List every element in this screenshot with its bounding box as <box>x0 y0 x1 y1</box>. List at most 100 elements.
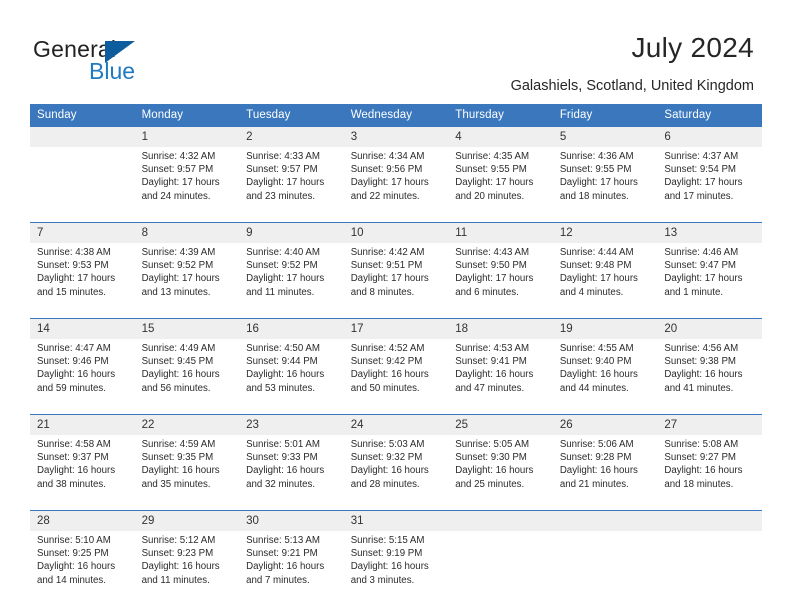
day-number[interactable]: 31 <box>343 511 449 531</box>
day-number[interactable]: 30 <box>239 511 344 531</box>
day-cell[interactable]: Sunrise: 5:01 AM Sunset: 9:33 PM Daylight:… <box>239 435 344 510</box>
day-number[interactable]: 11 <box>448 223 553 243</box>
day-number[interactable]: 2 <box>239 127 344 147</box>
day-number[interactable]: 17 <box>343 319 449 339</box>
day-number[interactable]: 12 <box>552 223 658 243</box>
day-cell[interactable]: Sunrise: 4:56 AM Sunset: 9:38 PM Daylight:… <box>657 339 762 414</box>
page-header: General Blue July 2024 Galashiels, Scotl… <box>0 0 792 100</box>
day-cell[interactable]: Sunrise: 4:39 AM Sunset: 9:52 PM Daylight:… <box>134 243 240 318</box>
day-detail-line: Daylight: 16 hours <box>350 465 429 477</box>
day-detail-line: Sunset: 9:28 PM <box>559 452 632 464</box>
day-cell[interactable]: Sunrise: 5:12 AM Sunset: 9:23 PM Daylight:… <box>134 531 240 606</box>
day-cell[interactable]: Sunrise: 4:46 AM Sunset: 9:47 PM Daylight:… <box>657 243 762 318</box>
day-detail-line: Sunrise: 4:49 AM <box>141 343 216 354</box>
day-cell[interactable]: Sunrise: 4:47 AM Sunset: 9:46 PM Daylight:… <box>30 339 135 414</box>
day-detail-line: Sunset: 9:27 PM <box>664 452 736 464</box>
day-number[interactable]: 8 <box>134 223 240 243</box>
day-number[interactable]: 22 <box>134 415 240 435</box>
day-number[interactable]: 26 <box>552 415 658 435</box>
day-detail-line: and 14 minutes. <box>37 574 106 586</box>
day-detail-line: Daylight: 16 hours <box>664 369 743 381</box>
day-cell[interactable]: Sunrise: 4:44 AM Sunset: 9:48 PM Daylight:… <box>552 243 658 318</box>
day-cell[interactable]: Sunrise: 5:05 AM Sunset: 9:30 PM Daylight:… <box>448 435 553 510</box>
day-detail-line: and 21 minutes. <box>559 478 629 490</box>
day-detail-line: and 44 minutes. <box>559 382 629 394</box>
day-number[interactable]: 20 <box>657 319 762 339</box>
day-cell[interactable]: Sunrise: 4:43 AM Sunset: 9:50 PM Daylight:… <box>448 243 553 318</box>
day-number[interactable]: 25 <box>448 415 553 435</box>
day-cell[interactable]: Sunrise: 5:15 AM Sunset: 9:19 PM Daylight:… <box>343 531 449 606</box>
day-cell[interactable]: Sunrise: 4:33 AM Sunset: 9:57 PM Daylight:… <box>239 147 344 222</box>
day-cell[interactable]: Sunrise: 4:50 AM Sunset: 9:44 PM Daylight:… <box>239 339 344 414</box>
day-number[interactable]: 16 <box>239 319 344 339</box>
day-number[interactable]: 15 <box>134 319 240 339</box>
day-number[interactable]: 28 <box>30 511 135 531</box>
day-cell[interactable]: Sunrise: 5:03 AM Sunset: 9:32 PM Daylight:… <box>343 435 449 510</box>
day-detail-line: Sunset: 9:55 PM <box>455 164 527 176</box>
day-number[interactable]: 18 <box>448 319 553 339</box>
day-number[interactable]: 10 <box>343 223 449 243</box>
day-detail-line: Sunrise: 5:10 AM <box>37 535 111 546</box>
day-detail-line: Daylight: 17 hours <box>350 273 429 285</box>
day-number[interactable]: 27 <box>657 415 762 435</box>
day-cell[interactable]: Sunrise: 4:55 AM Sunset: 9:40 PM Daylight:… <box>552 339 658 414</box>
empty-day-number <box>657 511 762 531</box>
day-cell[interactable]: Sunrise: 4:38 AM Sunset: 9:53 PM Daylight:… <box>30 243 135 318</box>
day-cell[interactable]: Sunrise: 5:08 AM Sunset: 9:27 PM Daylight:… <box>657 435 762 510</box>
day-detail-line: and 17 minutes. <box>664 190 734 202</box>
day-cell[interactable]: Sunrise: 5:13 AM Sunset: 9:21 PM Daylight:… <box>239 531 344 606</box>
day-detail-line: and 15 minutes. <box>37 286 106 298</box>
day-detail-line: and 23 minutes. <box>246 190 316 202</box>
day-detail-line: Daylight: 16 hours <box>350 369 429 381</box>
general-blue-logo[interactable]: General Blue <box>33 36 233 90</box>
day-number[interactable]: 29 <box>134 511 240 531</box>
day-number[interactable]: 23 <box>239 415 344 435</box>
day-detail-line: Sunset: 9:52 PM <box>246 260 318 272</box>
day-detail-line: Sunset: 9:55 PM <box>559 164 632 176</box>
day-number[interactable]: 1 <box>134 127 240 147</box>
day-detail-line: Sunrise: 4:53 AM <box>455 343 530 354</box>
day-cell[interactable]: Sunrise: 4:58 AM Sunset: 9:37 PM Daylight:… <box>30 435 135 510</box>
day-detail-line: Sunset: 9:44 PM <box>246 356 318 368</box>
day-detail-line: Sunset: 9:56 PM <box>350 164 423 176</box>
day-cell[interactable]: Sunrise: 4:35 AM Sunset: 9:55 PM Daylight:… <box>448 147 553 222</box>
day-cell[interactable]: Sunrise: 4:59 AM Sunset: 9:35 PM Daylight:… <box>134 435 240 510</box>
day-detail-line: and 11 minutes. <box>246 286 315 298</box>
day-number[interactable]: 14 <box>30 319 135 339</box>
day-detail-line: Sunrise: 4:36 AM <box>559 151 634 162</box>
day-detail-line: Daylight: 17 hours <box>141 177 220 189</box>
day-cell[interactable]: Sunrise: 4:37 AM Sunset: 9:54 PM Daylight:… <box>657 147 762 222</box>
day-cell[interactable]: Sunrise: 4:40 AM Sunset: 9:52 PM Daylight:… <box>239 243 344 318</box>
day-detail-line: Sunrise: 4:34 AM <box>350 151 425 162</box>
day-detail-line: Daylight: 16 hours <box>141 561 220 573</box>
day-detail-line: Sunset: 9:57 PM <box>246 164 318 176</box>
weekday-header-sunday: Sunday <box>30 104 135 127</box>
day-detail-line: Sunrise: 4:52 AM <box>350 343 425 354</box>
day-number[interactable]: 4 <box>448 127 553 147</box>
day-detail-line: Sunset: 9:57 PM <box>141 164 214 176</box>
day-detail-line: Sunset: 9:21 PM <box>246 548 318 560</box>
day-number[interactable]: 21 <box>30 415 135 435</box>
day-detail-line: and 28 minutes. <box>350 478 420 490</box>
day-cell[interactable]: Sunrise: 4:52 AM Sunset: 9:42 PM Daylight:… <box>343 339 449 414</box>
day-cell[interactable]: Sunrise: 5:06 AM Sunset: 9:28 PM Daylight:… <box>552 435 658 510</box>
day-number[interactable]: 5 <box>552 127 658 147</box>
day-number[interactable]: 24 <box>343 415 449 435</box>
day-cell[interactable]: Sunrise: 5:10 AM Sunset: 9:25 PM Daylight:… <box>30 531 135 606</box>
day-number[interactable]: 13 <box>657 223 762 243</box>
day-cell[interactable]: Sunrise: 4:36 AM Sunset: 9:55 PM Daylight:… <box>552 147 658 222</box>
day-detail-line: Daylight: 16 hours <box>37 369 116 381</box>
day-detail-line: and 24 minutes. <box>141 190 211 202</box>
day-cell[interactable]: Sunrise: 4:53 AM Sunset: 9:41 PM Daylight:… <box>448 339 553 414</box>
day-cell[interactable]: Sunrise: 4:32 AM Sunset: 9:57 PM Daylight:… <box>134 147 240 222</box>
day-number[interactable]: 3 <box>343 127 449 147</box>
day-cell[interactable]: Sunrise: 4:49 AM Sunset: 9:45 PM Daylight:… <box>134 339 240 414</box>
day-cell[interactable]: Sunrise: 4:34 AM Sunset: 9:56 PM Daylight:… <box>343 147 449 222</box>
day-detail-line: Daylight: 16 hours <box>246 561 325 573</box>
weekday-header-friday: Friday <box>552 104 658 127</box>
day-number[interactable]: 7 <box>30 223 135 243</box>
day-number[interactable]: 19 <box>552 319 658 339</box>
day-cell[interactable]: Sunrise: 4:42 AM Sunset: 9:51 PM Daylight:… <box>343 243 449 318</box>
day-number[interactable]: 6 <box>657 127 762 147</box>
day-number[interactable]: 9 <box>239 223 344 243</box>
